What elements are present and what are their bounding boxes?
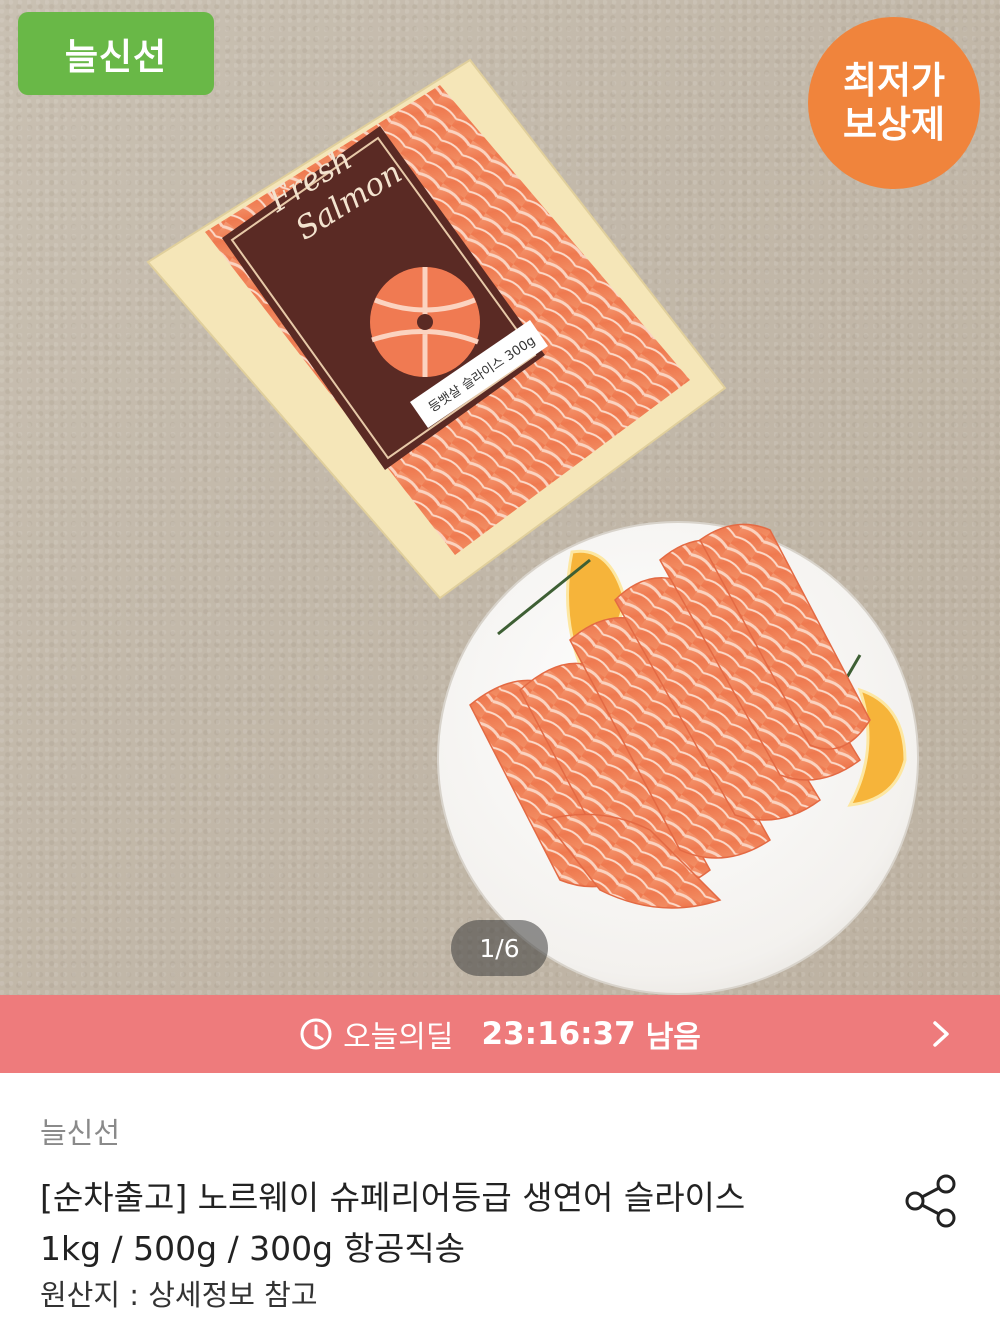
salmon-package xyxy=(146,58,727,600)
product-title-line2: 1kg / 500g / 300g 항공직송 xyxy=(40,1229,466,1268)
brand-tag: 늘신선 xyxy=(18,12,214,95)
chevron-right-icon[interactable] xyxy=(926,1017,956,1051)
product-title-line1: [순차출고] 노르웨이 슈페리어등급 생연어 슬라이스 xyxy=(40,1178,746,1217)
todays-deal-banner[interactable]: 오늘의딜 23:16:37 남음 xyxy=(0,995,1000,1073)
badge-line1: 최저가 xyxy=(842,59,946,102)
lowest-price-badge[interactable]: 최저가 보상제 xyxy=(808,17,980,189)
image-page-indicator: 1/6 xyxy=(451,920,548,976)
deal-label: 오늘의딜 xyxy=(343,1020,454,1055)
product-image-carousel[interactable]: Fresh Salmon 등뱃살 슬라이스 300g 늘신선 최저가 보상제 1… xyxy=(0,0,1000,995)
share-icon[interactable] xyxy=(902,1172,960,1230)
clock-icon xyxy=(300,1018,332,1050)
deal-remaining-suffix: 남음 xyxy=(645,1020,701,1055)
deal-countdown: 23:16:37 xyxy=(481,1016,636,1052)
seller-name[interactable]: 늘신선 xyxy=(40,1110,120,1152)
badge-line2: 보상제 xyxy=(842,103,946,146)
product-title: [순차출고] 노르웨이 슈페리어등급 생연어 슬라이스 1kg / 500g /… xyxy=(40,1172,860,1274)
origin-info: 원산지 : 상세정보 참고 xyxy=(40,1278,318,1312)
